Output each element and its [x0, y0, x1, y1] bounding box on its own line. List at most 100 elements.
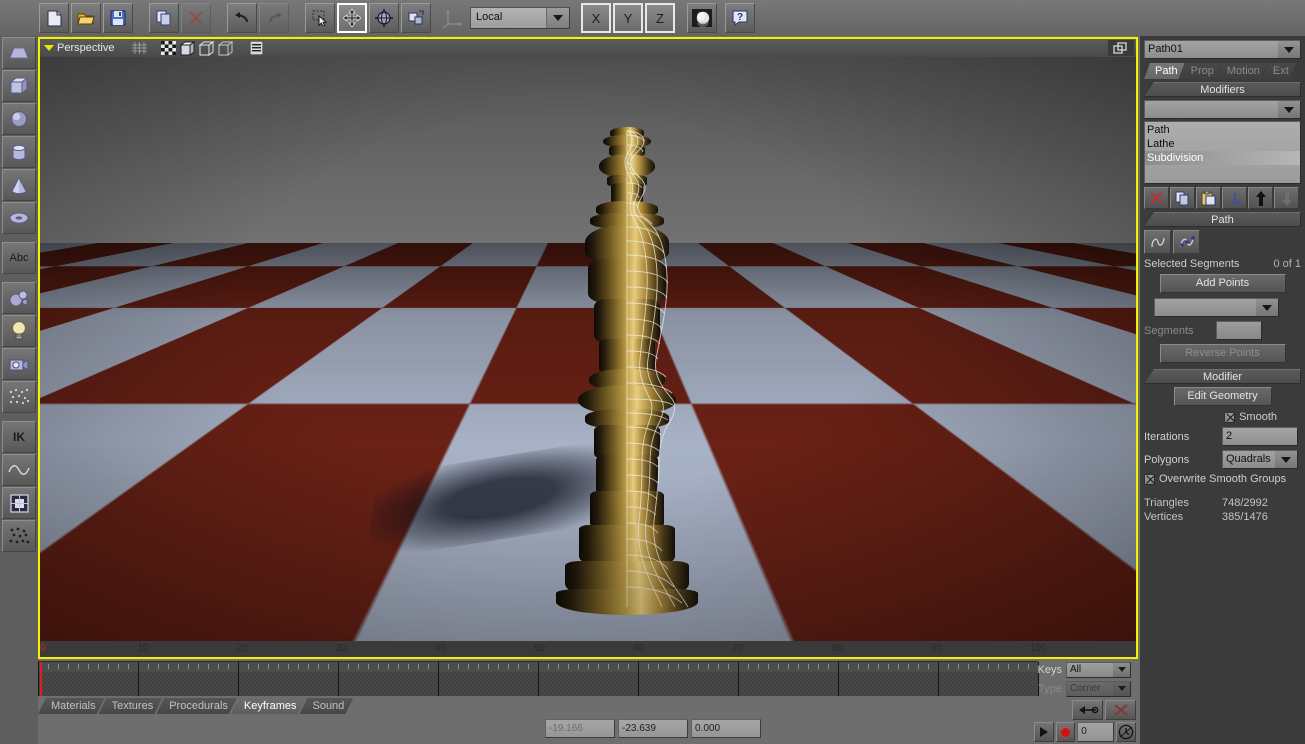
undo-button[interactable]	[227, 3, 257, 33]
axis-z-button[interactable]: Z	[645, 3, 675, 33]
modifiers-section-header[interactable]: Modifiers	[1144, 82, 1301, 97]
rail-primitive-torus[interactable]	[2, 202, 36, 234]
select-tool-button[interactable]	[305, 3, 335, 33]
timeline-playhead[interactable]	[40, 662, 42, 696]
modifier-section-header[interactable]: Modifier	[1144, 369, 1301, 384]
segment-type-dropdown[interactable]	[1154, 298, 1279, 317]
gizmo-modifier-button[interactable]	[1222, 187, 1247, 209]
chevron-down-icon[interactable]	[1256, 299, 1278, 316]
copy-button[interactable]	[149, 3, 179, 33]
render-button[interactable]	[687, 3, 717, 33]
move-tool-button[interactable]	[337, 3, 367, 33]
redo-button[interactable]	[259, 3, 289, 33]
chevron-down-icon[interactable]	[1278, 101, 1300, 118]
modifier-list-item[interactable]: Subdivision	[1145, 151, 1300, 165]
perspective-viewport[interactable]: Perspective	[38, 37, 1138, 659]
record-button[interactable]	[1055, 722, 1076, 742]
grid-toggle-icon[interactable]	[131, 41, 148, 56]
chess-queen-model[interactable]	[532, 127, 722, 627]
iterations-field[interactable]: 2	[1222, 427, 1298, 446]
modifier-list-item[interactable]: Path	[1145, 123, 1300, 137]
path-section-header[interactable]: Path	[1144, 212, 1301, 227]
chevron-down-icon[interactable]	[1275, 451, 1297, 468]
smooth-checkbox[interactable]	[1224, 411, 1236, 423]
rail-particle-tool[interactable]	[2, 381, 36, 413]
textured-shading-icon[interactable]	[160, 41, 177, 56]
chevron-down-icon[interactable]	[1113, 662, 1130, 677]
timeline-track[interactable]	[38, 672, 1039, 696]
new-file-button[interactable]	[39, 3, 69, 33]
coord-x-field[interactable]: -19.166	[545, 719, 615, 738]
overwrite-smooth-groups-checkbox[interactable]	[1144, 473, 1155, 485]
bottom-tab-materials[interactable]: Materials	[38, 698, 105, 714]
keys-dropdown[interactable]: All	[1066, 661, 1131, 678]
panel-tab-motion[interactable]: Motion	[1216, 63, 1267, 79]
rail-primitive-cone[interactable]	[2, 169, 36, 201]
scale-tool-button[interactable]	[401, 3, 431, 33]
modifier-add-dropdown[interactable]	[1144, 100, 1301, 119]
coord-z-field[interactable]: 0.000	[691, 719, 761, 738]
rail-camera-tool[interactable]	[2, 348, 36, 380]
viewport-title[interactable]: Perspective	[57, 42, 114, 54]
reverse-points-button[interactable]: Reverse Points	[1159, 344, 1286, 363]
rotate-tool-button[interactable]	[369, 3, 399, 33]
add-points-button[interactable]: Add Points	[1159, 274, 1286, 293]
help-button[interactable]: ?	[725, 3, 755, 33]
chevron-down-icon[interactable]	[1278, 41, 1300, 58]
previous-key-button[interactable]	[1072, 700, 1103, 720]
bottom-tab-procedurals[interactable]: Procedurals	[156, 698, 237, 714]
wireframe-shading-icon[interactable]	[198, 40, 215, 56]
maximize-viewport-button[interactable]	[1108, 40, 1134, 56]
boundingbox-shading-icon[interactable]	[217, 41, 234, 56]
coord-y-field[interactable]: -23.639	[618, 719, 688, 738]
bottom-tab-sound[interactable]: Sound	[299, 698, 353, 714]
bottom-tab-textures[interactable]: Textures	[99, 698, 163, 714]
viewport-menu-triangle-icon[interactable]	[44, 45, 54, 51]
chevron-down-icon[interactable]	[547, 8, 569, 28]
delete-modifier-button[interactable]	[1144, 187, 1169, 209]
open-file-button[interactable]	[71, 3, 101, 33]
rail-spline-tool[interactable]	[2, 454, 36, 486]
axis-x-button[interactable]: X	[581, 3, 611, 33]
rail-primitive-sphere[interactable]	[2, 103, 36, 135]
rail-metaball-tool[interactable]	[2, 282, 36, 314]
polygons-dropdown[interactable]: Quadrals	[1222, 450, 1298, 469]
modifier-stack-list[interactable]: Path Lathe Subdivision	[1144, 121, 1301, 184]
rail-scatter-tool[interactable]	[2, 520, 36, 552]
timing-button[interactable]	[1116, 722, 1137, 742]
solid-shading-icon[interactable]	[179, 40, 196, 56]
keyframe-timeline[interactable]	[38, 661, 1039, 696]
object-selector-dropdown[interactable]: Path01	[1144, 40, 1301, 59]
segments-field[interactable]	[1216, 321, 1262, 340]
move-modifier-up-button[interactable]	[1248, 187, 1273, 209]
delete-button[interactable]	[181, 3, 211, 33]
edit-path-points-button[interactable]	[1173, 230, 1200, 254]
rail-ik-tool[interactable]: IK	[2, 421, 36, 453]
current-frame-field[interactable]: 0	[1077, 722, 1115, 742]
modifier-list-item[interactable]: Lathe	[1145, 137, 1300, 151]
panel-tab-path[interactable]: Path	[1144, 63, 1185, 79]
rail-uv-tool[interactable]	[2, 487, 36, 519]
rail-primitive-cylinder[interactable]	[2, 136, 36, 168]
panel-tab-prop[interactable]: Prop	[1180, 63, 1221, 79]
edit-geometry-button[interactable]: Edit Geometry	[1173, 387, 1272, 406]
viewport-options-icon[interactable]	[248, 41, 265, 56]
rail-light-tool[interactable]	[2, 315, 36, 347]
rail-primitive-cube[interactable]	[2, 70, 36, 102]
move-modifier-down-button[interactable]	[1274, 187, 1299, 209]
paste-modifier-button[interactable]	[1196, 187, 1221, 209]
viewport-3d-scene[interactable]	[40, 57, 1136, 641]
bottom-tab-keyframes[interactable]: Keyframes	[231, 698, 306, 714]
edit-path-curve-button[interactable]	[1144, 230, 1171, 254]
coordinate-system-dropdown[interactable]: Local	[470, 7, 570, 29]
type-dropdown[interactable]: Corner	[1066, 680, 1131, 697]
chevron-down-icon[interactable]	[1113, 681, 1130, 696]
save-file-button[interactable]	[103, 3, 133, 33]
rail-text-tool[interactable]: Abc	[2, 242, 36, 274]
copy-modifier-button[interactable]	[1170, 187, 1195, 209]
rail-primitive-plane[interactable]	[2, 37, 36, 69]
axis-y-button[interactable]: Y	[613, 3, 643, 33]
play-button[interactable]	[1034, 722, 1054, 742]
delete-key-button[interactable]	[1105, 700, 1136, 720]
panel-tab-ext[interactable]: Ext	[1262, 63, 1296, 79]
